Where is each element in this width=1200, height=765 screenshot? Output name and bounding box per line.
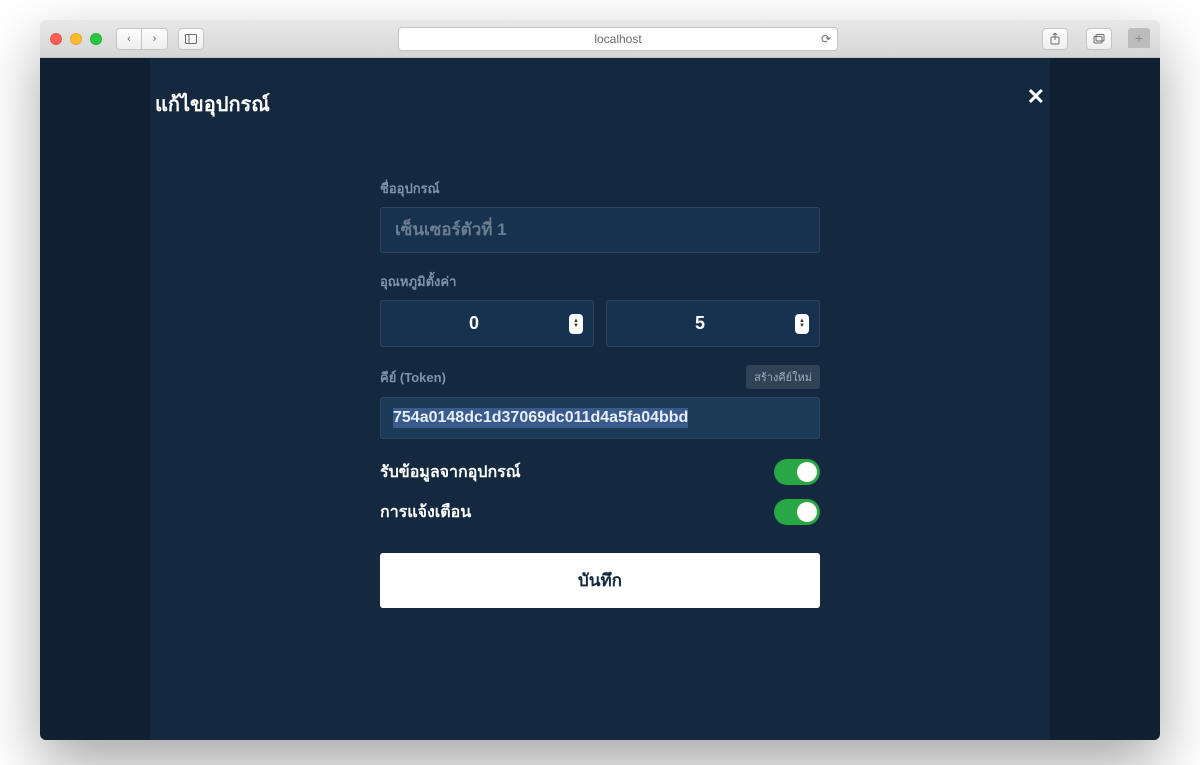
token-label-row: คีย์ (Token) สร้างคีย์ใหม่ <box>380 365 820 389</box>
threshold-label: อุณหภูมิตั้งค่า <box>380 271 820 292</box>
share-icon <box>1050 33 1060 45</box>
save-button[interactable]: บันทึก <box>380 553 820 608</box>
alert-label: การแจ้งเตือน <box>380 500 471 525</box>
modal-title: แก้ไขอุปกรณ์ <box>155 88 270 120</box>
threshold-row: 0 ▲▼ 5 ▲▼ <box>380 300 820 347</box>
page-content: แก้ไขอุปกรณ์ ✕ ชื่ออุปกรณ์ อุณหภูมิตั้งค… <box>40 58 1160 740</box>
threshold-max-input[interactable]: 5 ▲▼ <box>606 300 820 347</box>
receive-data-label: รับข้อมูลจากอุปกรณ์ <box>380 460 521 485</box>
device-name-label: ชื่ออุปกรณ์ <box>380 178 820 199</box>
token-field[interactable]: 754a0148dc1d37069dc011d4a5fa04bbd <box>380 397 820 439</box>
minimize-window-button[interactable] <box>70 33 82 45</box>
browser-chrome: ‹ › localhost ⟳ <box>40 20 1160 58</box>
stepper-icon[interactable]: ▲▼ <box>569 314 583 334</box>
threshold-min-value: 0 <box>469 313 479 333</box>
reload-button[interactable]: ⟳ <box>821 32 831 46</box>
back-button[interactable]: ‹ <box>116 28 142 50</box>
browser-window: ‹ › localhost ⟳ <box>40 20 1160 740</box>
stepper-icon[interactable]: ▲▼ <box>795 314 809 334</box>
tabs-button[interactable] <box>1086 28 1112 50</box>
threshold-max-value: 5 <box>695 313 705 333</box>
alert-toggle[interactable] <box>774 499 820 525</box>
edit-device-form: ชื่ออุปกรณ์ อุณหภูมิตั้งค่า 0 ▲▼ 5 ▲▼ คี… <box>380 178 820 608</box>
traffic-lights <box>50 33 102 45</box>
toggle-knob <box>797 502 817 522</box>
zoom-window-button[interactable] <box>90 33 102 45</box>
share-button[interactable] <box>1042 28 1068 50</box>
regenerate-token-button[interactable]: สร้างคีย์ใหม่ <box>746 365 820 389</box>
tabs-icon <box>1093 34 1105 44</box>
threshold-min-input[interactable]: 0 ▲▼ <box>380 300 594 347</box>
toggle-knob <box>797 462 817 482</box>
receive-data-row: รับข้อมูลจากอุปกรณ์ <box>380 459 820 485</box>
token-label: คีย์ (Token) <box>380 367 446 388</box>
alert-row: การแจ้งเตือน <box>380 499 820 525</box>
new-tab-button[interactable]: + <box>1128 28 1150 48</box>
token-value: 754a0148dc1d37069dc011d4a5fa04bbd <box>393 408 688 428</box>
nav-back-forward: ‹ › <box>116 28 168 50</box>
backdrop-right <box>1050 58 1160 740</box>
receive-data-toggle[interactable] <box>774 459 820 485</box>
backdrop-left <box>40 58 150 740</box>
close-window-button[interactable] <box>50 33 62 45</box>
address-bar[interactable]: localhost ⟳ <box>398 27 838 51</box>
forward-button[interactable]: › <box>142 28 168 50</box>
chrome-right-controls: + <box>1032 28 1150 50</box>
sidebar-icon <box>185 34 197 44</box>
address-bar-text: localhost <box>594 32 641 46</box>
close-icon[interactable]: ✕ <box>1027 86 1045 108</box>
sidebar-toggle-button[interactable] <box>178 28 204 50</box>
device-name-input[interactable] <box>380 207 820 253</box>
